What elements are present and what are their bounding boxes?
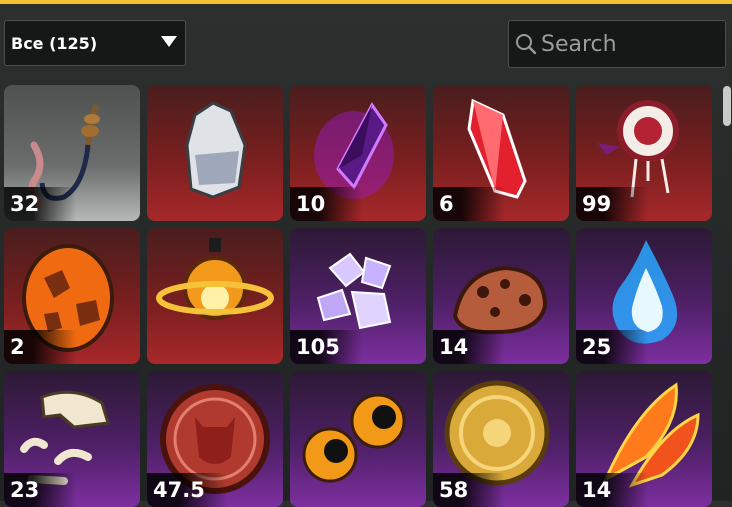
top-accent-bar (0, 0, 732, 4)
item-slot[interactable]: 58 (433, 371, 569, 507)
item-count: 6 (433, 187, 505, 221)
item-slot[interactable]: 2 (4, 228, 140, 364)
item-slot[interactable] (147, 228, 283, 364)
search-field[interactable] (508, 20, 726, 68)
filter-dropdown[interactable]: Все (125) (4, 20, 186, 66)
item-count: 99 (576, 187, 648, 221)
item-slot[interactable]: 32 (4, 85, 140, 221)
search-input[interactable] (541, 31, 721, 57)
item-count: 14 (433, 330, 505, 364)
item-slot[interactable]: 10 (290, 85, 426, 221)
chevron-down-icon (161, 36, 177, 47)
item-count: 105 (290, 330, 362, 364)
item-count: 58 (433, 473, 505, 507)
search-icon (516, 34, 537, 55)
item-count: 10 (290, 187, 362, 221)
silver-crystal-icon (185, 101, 247, 199)
scrollbar[interactable] (722, 84, 732, 501)
filter-dropdown-label: Все (125) (11, 33, 98, 53)
item-slot[interactable]: 23 (4, 371, 140, 507)
item-count: 14 (576, 473, 648, 507)
fire-orb-icon (156, 238, 274, 320)
scrollbar-thumb[interactable] (723, 86, 731, 126)
eyes-icon (302, 393, 406, 483)
item-slot[interactable]: 99 (576, 85, 712, 221)
item-slot[interactable]: 14 (576, 371, 712, 507)
item-slot[interactable]: 14 (433, 228, 569, 364)
item-slot[interactable]: 47.5 (147, 371, 283, 507)
item-slot[interactable]: 105 (290, 228, 426, 364)
item-slot[interactable] (290, 371, 426, 507)
item-count: 25 (576, 330, 648, 364)
item-slot[interactable]: 6 (433, 85, 569, 221)
item-count: 32 (4, 187, 76, 221)
item-slot[interactable] (147, 85, 283, 221)
item-count: 2 (4, 330, 76, 364)
item-slot[interactable]: 25 (576, 228, 712, 364)
item-count: 47.5 (147, 473, 227, 507)
item-count: 23 (4, 473, 76, 507)
